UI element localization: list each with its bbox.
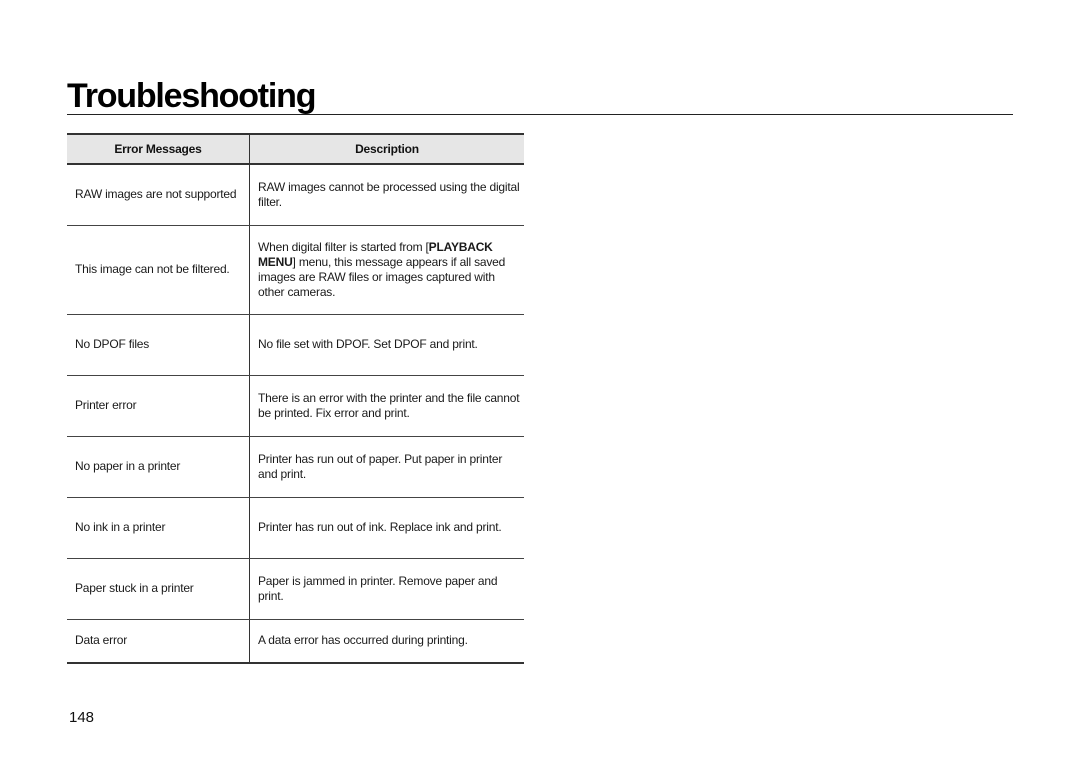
error-messages-table: Error Messages Description RAW images ar… bbox=[67, 133, 524, 664]
table-row: Printer error There is an error with the… bbox=[67, 375, 524, 437]
error-message-cell: RAW images are not supported bbox=[67, 164, 250, 226]
description-cell: A data error has occurred during printin… bbox=[249, 619, 524, 664]
header-error-messages: Error Messages bbox=[67, 133, 250, 165]
table-header-row: Error Messages Description bbox=[67, 133, 524, 165]
description-cell: There is an error with the printer and t… bbox=[249, 375, 524, 437]
table-row: Paper stuck in a printer Paper is jammed… bbox=[67, 558, 524, 620]
description-cell: Printer has run out of paper. Put paper … bbox=[249, 436, 524, 498]
description-cell: When digital filter is started from [PLA… bbox=[249, 225, 524, 315]
page-title: Troubleshooting bbox=[67, 77, 317, 115]
table-row: This image can not be filtered. When dig… bbox=[67, 225, 524, 315]
error-message-cell: This image can not be filtered. bbox=[67, 225, 250, 315]
description-text: ] menu, this message appears if all save… bbox=[258, 254, 506, 299]
table-row: No paper in a printer Printer has run ou… bbox=[67, 436, 524, 498]
error-message-cell: No ink in a printer bbox=[67, 497, 250, 559]
error-message-cell: Data error bbox=[67, 619, 250, 664]
description-cell: RAW images cannot be processed using the… bbox=[249, 164, 524, 226]
table-row: No ink in a printer Printer has run out … bbox=[67, 497, 524, 559]
description-cell: Paper is jammed in printer. Remove paper… bbox=[249, 558, 524, 620]
error-message-cell: Paper stuck in a printer bbox=[67, 558, 250, 620]
table-row: RAW images are not supported RAW images … bbox=[67, 164, 524, 226]
table-row: No DPOF files No file set with DPOF. Set… bbox=[67, 314, 524, 376]
error-message-cell: No paper in a printer bbox=[67, 436, 250, 498]
description-text: When digital filter is started from [ bbox=[258, 239, 429, 254]
error-message-cell: Printer error bbox=[67, 375, 250, 437]
page-number: 148 bbox=[69, 709, 95, 726]
title-underline bbox=[67, 114, 1013, 115]
table-row: Data error A data error has occurred dur… bbox=[67, 619, 524, 664]
header-description: Description bbox=[249, 133, 524, 165]
description-cell: No file set with DPOF. Set DPOF and prin… bbox=[249, 314, 524, 376]
description-cell: Printer has run out of ink. Replace ink … bbox=[249, 497, 524, 559]
error-message-cell: No DPOF files bbox=[67, 314, 250, 376]
